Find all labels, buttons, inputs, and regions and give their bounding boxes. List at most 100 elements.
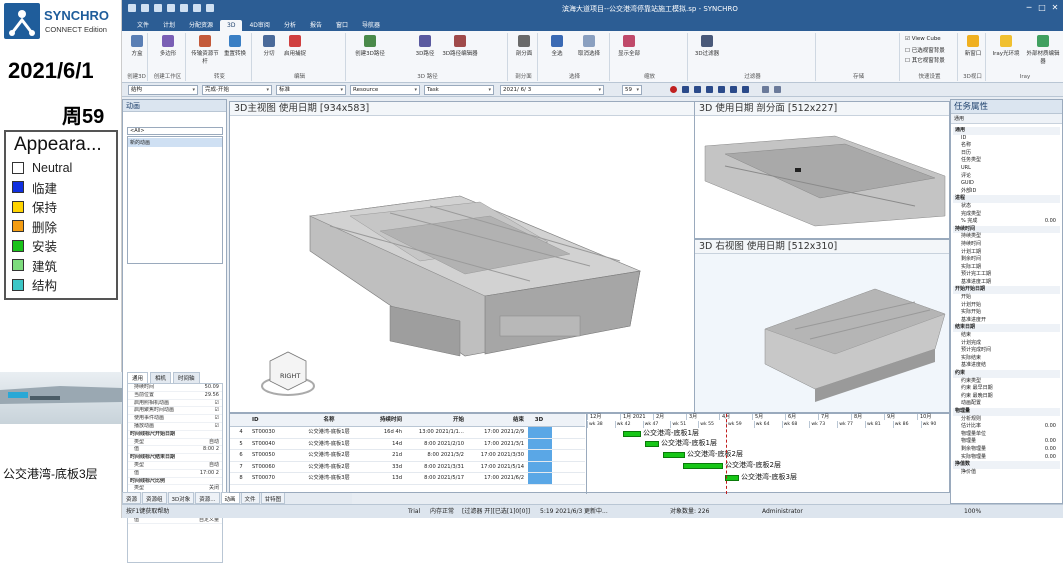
task-property-row[interactable]: 预计完工工期 bbox=[953, 271, 1060, 279]
pause-icon[interactable] bbox=[706, 86, 713, 93]
list-item[interactable]: 新的动画 bbox=[128, 138, 222, 147]
task-property-row[interactable]: 物理量 bbox=[953, 407, 1060, 416]
date-picker[interactable]: 2021/ 6/ 3 bbox=[500, 85, 604, 95]
property-row[interactable]: 类型 自动 bbox=[128, 439, 222, 447]
transfer-button[interactable]: 传输资源节杆 bbox=[190, 35, 220, 65]
task-property-row[interactable]: 物理量 0.00 bbox=[953, 438, 1060, 446]
loop-icon[interactable] bbox=[762, 86, 769, 93]
property-row[interactable]: 值 17:00 2 bbox=[128, 470, 222, 478]
fast-forward-icon[interactable] bbox=[742, 86, 749, 93]
menu-tab[interactable]: 4D审阅 bbox=[242, 20, 276, 31]
task-property-row[interactable]: 结束日期 bbox=[953, 324, 1060, 333]
3d-filter-button[interactable]: 3D过滤器 bbox=[692, 35, 722, 57]
table-row[interactable]: 7 ST00060 公交港湾-底板2层 33d 8:00 2021/3/31 17:00 … bbox=[230, 461, 585, 473]
save-icon[interactable] bbox=[128, 4, 136, 12]
task-property-row[interactable]: 持续时间 bbox=[953, 241, 1060, 249]
gantt-bar[interactable] bbox=[683, 463, 723, 469]
property-row[interactable]: 启用聚焦时间动画 ☑ bbox=[128, 407, 222, 416]
property-row[interactable]: 时间线标尺比例 bbox=[128, 478, 222, 486]
section-plane-button[interactable]: 剖分面 bbox=[509, 35, 539, 57]
menu-tab[interactable]: 报告 bbox=[303, 20, 329, 31]
task-property-row[interactable]: 状态 bbox=[953, 203, 1060, 211]
task-property-row[interactable]: 约束 最早日期 bbox=[953, 385, 1060, 393]
task-property-row[interactable]: 完成类型 bbox=[953, 211, 1060, 219]
bottom-tab[interactable]: 资源... bbox=[195, 492, 220, 504]
settings-icon[interactable] bbox=[774, 86, 781, 93]
3d-path-button[interactable]: 3D路径 bbox=[410, 35, 440, 57]
property-row[interactable]: 时间线标尺开始日期 bbox=[128, 431, 222, 439]
table-row[interactable]: 4 ST00030 公交港湾-底板1层 16d 4h 13:00 2021/1/1… 17… bbox=[230, 427, 585, 439]
link-type-combo[interactable]: 完成-开始 bbox=[202, 85, 272, 95]
task-property-row[interactable]: 挣值数 bbox=[953, 461, 1060, 469]
task-combo[interactable]: Task bbox=[424, 85, 494, 95]
property-row[interactable]: 时间线标尺结束日期 bbox=[128, 454, 222, 462]
task-property-row[interactable]: 持续类型 bbox=[953, 233, 1060, 241]
gantt-bar[interactable] bbox=[645, 441, 659, 447]
deselect-button[interactable]: 取消选择 bbox=[574, 35, 604, 57]
task-property-row[interactable]: 剩余物理量 0.00 bbox=[953, 446, 1060, 454]
gantt-bar[interactable] bbox=[663, 452, 685, 458]
property-row[interactable]: 当前位置 29.56 bbox=[128, 392, 222, 400]
play-icon[interactable] bbox=[718, 86, 725, 93]
task-property-row[interactable]: % 完成 0.00 bbox=[953, 218, 1060, 226]
undo-icon[interactable] bbox=[141, 4, 149, 12]
task-property-row[interactable]: 任务类型 bbox=[953, 157, 1060, 165]
task-property-row[interactable]: URL bbox=[953, 165, 1060, 173]
print-icon[interactable] bbox=[180, 4, 188, 12]
task-property-row[interactable]: 计划工期 bbox=[953, 249, 1060, 257]
col-end[interactable]: 结束 bbox=[464, 414, 524, 426]
week-spinner[interactable]: 59 bbox=[622, 85, 642, 95]
task-property-row[interactable]: 约束 bbox=[953, 370, 1060, 378]
task-property-row[interactable]: 预计完成时间 bbox=[953, 347, 1060, 355]
menu-tab[interactable]: 分析 bbox=[277, 20, 303, 31]
record-icon[interactable] bbox=[670, 86, 677, 93]
bottom-tab[interactable]: 3D对象 bbox=[167, 492, 195, 504]
task-property-row[interactable]: 挣价值 bbox=[953, 469, 1060, 477]
bottom-tab[interactable]: 资源组 bbox=[142, 492, 167, 504]
task-property-row[interactable]: 实际物理量 0.00 bbox=[953, 454, 1060, 462]
view-cube-label[interactable]: RIGHT bbox=[280, 372, 300, 380]
task-property-row[interactable]: 动画配置 bbox=[953, 400, 1060, 408]
menu-tab[interactable]: 3D bbox=[220, 20, 243, 31]
general-tab[interactable]: 通用 bbox=[954, 116, 964, 122]
animation-search-input[interactable]: <All> bbox=[127, 127, 223, 135]
resource-combo[interactable]: Resource bbox=[350, 85, 420, 95]
3d-path-editor-button[interactable]: 3D路径编辑器 bbox=[440, 35, 480, 57]
minimize-icon[interactable]: ─ bbox=[1024, 3, 1034, 13]
menu-tab[interactable]: 导航器 bbox=[355, 20, 387, 31]
view-cube-toggle[interactable]: ☑ View Cube bbox=[905, 36, 941, 42]
open-icon[interactable] bbox=[167, 4, 175, 12]
col-start[interactable]: 开始 bbox=[404, 414, 464, 426]
gantt-bar[interactable] bbox=[725, 475, 739, 481]
col-name[interactable]: 名称 bbox=[294, 414, 364, 426]
structure-combo[interactable]: 结构 bbox=[128, 85, 198, 95]
step-back-icon[interactable] bbox=[694, 86, 701, 93]
table-row[interactable]: 6 ST00050 公交港湾-底板2层 21d 8:00 2021/3/2 17:00 2… bbox=[230, 450, 585, 462]
new-window-button[interactable]: 新窗口 bbox=[958, 35, 988, 57]
close-icon[interactable]: ✕ bbox=[1050, 3, 1060, 13]
task-property-row[interactable]: 外部ID bbox=[953, 188, 1060, 196]
viewport-section[interactable]: 3D 使用日期 剖分面 [512x227] bbox=[694, 101, 950, 239]
task-property-row[interactable]: GUID bbox=[953, 180, 1060, 188]
settings-icon[interactable] bbox=[193, 4, 201, 12]
snap-button[interactable]: 启用捕捉 bbox=[280, 35, 310, 57]
show-all-button[interactable]: 显示全部 bbox=[614, 35, 644, 57]
col-3d[interactable]: 3D bbox=[524, 414, 554, 426]
material-editor-button[interactable]: 外部材质编辑器 bbox=[1024, 35, 1062, 65]
other-bg-toggle[interactable]: ☐ 其它视窗背景 bbox=[905, 56, 945, 64]
menu-tab[interactable]: 分配资源 bbox=[182, 20, 220, 31]
maximize-icon[interactable]: □ bbox=[1037, 3, 1047, 13]
selected-bg-toggle[interactable]: ☐ 已选视窗背景 bbox=[905, 46, 945, 54]
task-property-row[interactable]: 评论 bbox=[953, 173, 1060, 181]
viewport-right[interactable]: 3D 右视图 使用日期 [512x310] bbox=[694, 239, 950, 413]
property-row[interactable]: 持续时间 50.09 bbox=[128, 384, 222, 392]
task-property-row[interactable]: 基准进度结 bbox=[953, 362, 1060, 370]
iray-light-button[interactable]: Iray光环境 bbox=[988, 35, 1024, 57]
redo-icon[interactable] bbox=[154, 4, 162, 12]
bottom-tab[interactable]: 资源 bbox=[122, 492, 142, 504]
select-all-button[interactable]: 全选 bbox=[542, 35, 572, 57]
col-id[interactable]: ID bbox=[252, 414, 294, 426]
create-3d-path-button[interactable]: 创建3D路径 bbox=[350, 35, 390, 57]
property-row[interactable]: 类型 自动 bbox=[128, 462, 222, 470]
viewport-main[interactable]: 3D主视图 使用日期 [934x583] RIGHT bbox=[229, 101, 695, 413]
